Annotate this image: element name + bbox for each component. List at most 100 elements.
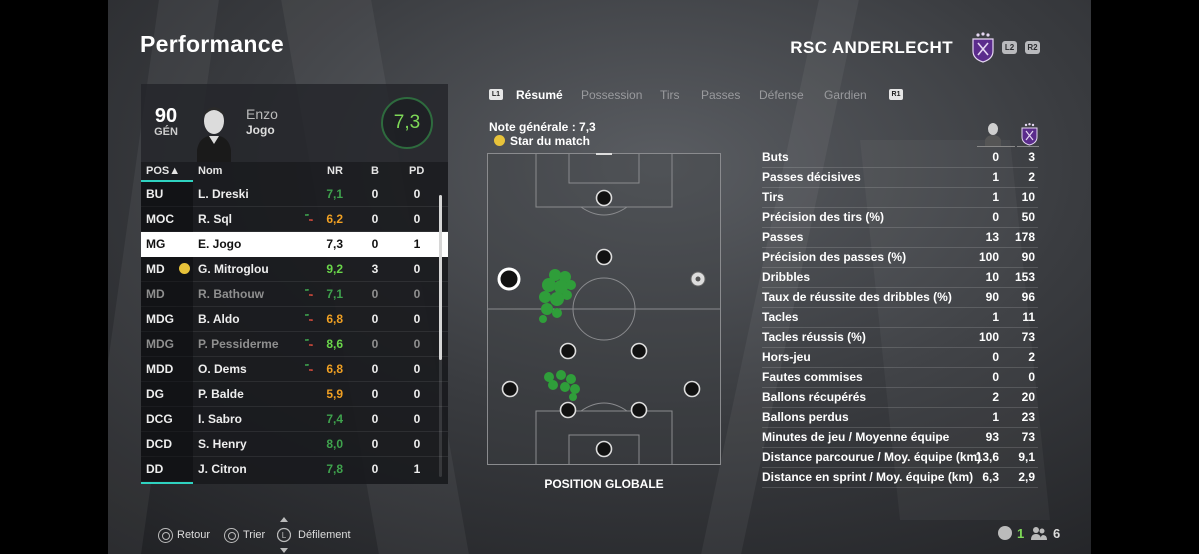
- stat-label: Passes: [762, 230, 804, 244]
- row-rating: 7,3: [326, 237, 343, 251]
- stat-label: Taux de réussite des dribbles (%): [762, 290, 952, 304]
- table-row[interactable]: MD R. Bathouw 7,1 0 0: [141, 282, 448, 307]
- row-position: MDD: [141, 357, 193, 381]
- player-last-name: Jogo: [246, 123, 275, 137]
- circle-button-icon[interactable]: [158, 528, 173, 543]
- back-label[interactable]: Retour: [177, 529, 210, 541]
- tab-passes[interactable]: Passes: [701, 88, 740, 102]
- stat-player-value: 93: [985, 430, 999, 444]
- letterbox-right: [1091, 0, 1199, 554]
- stat-divider: [762, 487, 1038, 488]
- substitutes-icon: [1031, 527, 1047, 540]
- row-assists: 0: [413, 312, 421, 326]
- header-nr[interactable]: NR: [327, 165, 343, 177]
- table-row[interactable]: MOC R. Sql 6,2 0 0: [141, 207, 448, 232]
- row-goals: 0: [371, 287, 379, 301]
- table-row[interactable]: DD J. Citron 7,8 0 1: [141, 457, 448, 482]
- player-match-rating: 7,3: [381, 97, 433, 149]
- stat-label: Dribbles: [762, 270, 811, 284]
- row-goals: 0: [371, 412, 379, 426]
- table-row[interactable]: BU L. Dreski 7,1 0 0: [141, 182, 448, 207]
- row-player-name: G. Mitroglou: [198, 262, 269, 276]
- r2-button[interactable]: R2: [1025, 41, 1040, 54]
- row-position: DCG: [141, 407, 193, 431]
- row-player-name: P. Pessiderme: [198, 337, 279, 351]
- tab-possession[interactable]: Possession: [581, 88, 642, 102]
- trend-icon: [304, 213, 313, 224]
- stat-club-value: 23: [1021, 410, 1035, 424]
- square-button-icon[interactable]: [224, 528, 239, 543]
- header-pos[interactable]: POS▲: [146, 165, 180, 177]
- row-assists: 1: [413, 462, 421, 476]
- list-end-indicator: [141, 482, 193, 484]
- table-row[interactable]: MD G. Mitroglou 9,2 3 0: [141, 257, 448, 282]
- stat-club-value: 2: [1028, 350, 1035, 364]
- stat-club-value: 178: [1014, 230, 1035, 244]
- stat-row: Tacles réussis (%) 100 73: [762, 328, 1038, 348]
- stat-club-value: 153: [1014, 270, 1035, 284]
- header-goals[interactable]: B: [371, 165, 379, 177]
- stat-player-value: 13,6: [975, 450, 999, 464]
- stat-player-value: 1: [992, 410, 999, 424]
- stat-club-value: 0: [1028, 370, 1035, 384]
- stat-label: Hors-jeu: [762, 350, 811, 364]
- stat-label: Ballons récupérés: [762, 390, 867, 404]
- tab-shots[interactable]: Tirs: [660, 88, 680, 102]
- stat-label: Passes décisives: [762, 170, 861, 184]
- table-row[interactable]: MG E. Jogo 7,3 0 1: [141, 232, 448, 257]
- stat-row: Minutes de jeu / Moyenne équipe 93 73: [762, 428, 1038, 448]
- row-rating: 6,8: [326, 362, 343, 376]
- trend-icon: [304, 338, 313, 349]
- row-player-name: P. Balde: [198, 387, 244, 401]
- row-rating: 7,4: [326, 412, 343, 426]
- scrollbar-thumb[interactable]: [439, 195, 442, 360]
- row-rating: 7,8: [326, 462, 343, 476]
- player-first-name: Enzo: [246, 106, 278, 122]
- tab-defense[interactable]: Défense: [759, 88, 804, 102]
- row-player-name: L. Dreski: [198, 187, 249, 201]
- tab-resume[interactable]: Résumé: [516, 88, 563, 102]
- header-name[interactable]: Nom: [198, 165, 222, 177]
- footer-value-1: 1: [1017, 526, 1025, 541]
- overall-rating: Note générale : 7,3: [489, 120, 596, 134]
- l1-button[interactable]: L1: [489, 89, 503, 100]
- page-title: Performance: [140, 31, 284, 57]
- row-assists: 0: [413, 437, 421, 451]
- table-row[interactable]: MDG P. Pessiderme 8,6 0 0: [141, 332, 448, 357]
- table-row[interactable]: DG P. Balde 5,9 0 0: [141, 382, 448, 407]
- star-ball-icon: [494, 135, 505, 146]
- player-overall: 90: [154, 105, 178, 127]
- anderlecht-crest-icon: [972, 32, 994, 63]
- row-goals: 0: [371, 187, 379, 201]
- stat-club-value: 90: [1021, 250, 1035, 264]
- row-assists: 1: [413, 237, 421, 251]
- table-row[interactable]: DCD S. Henry 8,0 0 0: [141, 432, 448, 457]
- scroll-label: Défilement: [298, 529, 351, 541]
- motm-label: Star du match: [510, 134, 591, 148]
- selected-player-marker: [497, 267, 521, 291]
- trend-icon: [304, 313, 313, 324]
- row-rating: 8,0: [326, 437, 343, 451]
- left-stick-icon[interactable]: L: [277, 517, 291, 553]
- stat-club-value: 50: [1021, 210, 1035, 224]
- l2-button[interactable]: L2: [1002, 41, 1017, 54]
- stat-label: Tacles: [762, 310, 799, 324]
- stat-club-value: 20: [1021, 390, 1035, 404]
- stat-label: Minutes de jeu / Moyenne équipe: [762, 430, 950, 444]
- r1-button[interactable]: R1: [889, 89, 903, 100]
- row-assists: 0: [413, 337, 421, 351]
- sort-label[interactable]: Trier: [243, 529, 265, 541]
- star-ball-icon: [179, 263, 190, 274]
- stat-label: Précision des passes (%): [762, 250, 907, 264]
- table-row[interactable]: DCG I. Sabro 7,4 0 0: [141, 407, 448, 432]
- header-assists[interactable]: PD: [409, 165, 424, 177]
- stat-club-value: 10: [1021, 190, 1035, 204]
- row-goals: 0: [371, 337, 379, 351]
- table-row[interactable]: MDG B. Aldo 6,8 0 0: [141, 307, 448, 332]
- tab-goalkeeper[interactable]: Gardien: [824, 88, 867, 102]
- row-rating: 7,1: [326, 287, 343, 301]
- table-row[interactable]: MDD O. Dems 6,8 0 0: [141, 357, 448, 382]
- stat-row: Hors-jeu 0 2: [762, 348, 1038, 368]
- row-player-name: O. Dems: [198, 362, 247, 376]
- stat-row: Taux de réussite des dribbles (%) 90 96: [762, 288, 1038, 308]
